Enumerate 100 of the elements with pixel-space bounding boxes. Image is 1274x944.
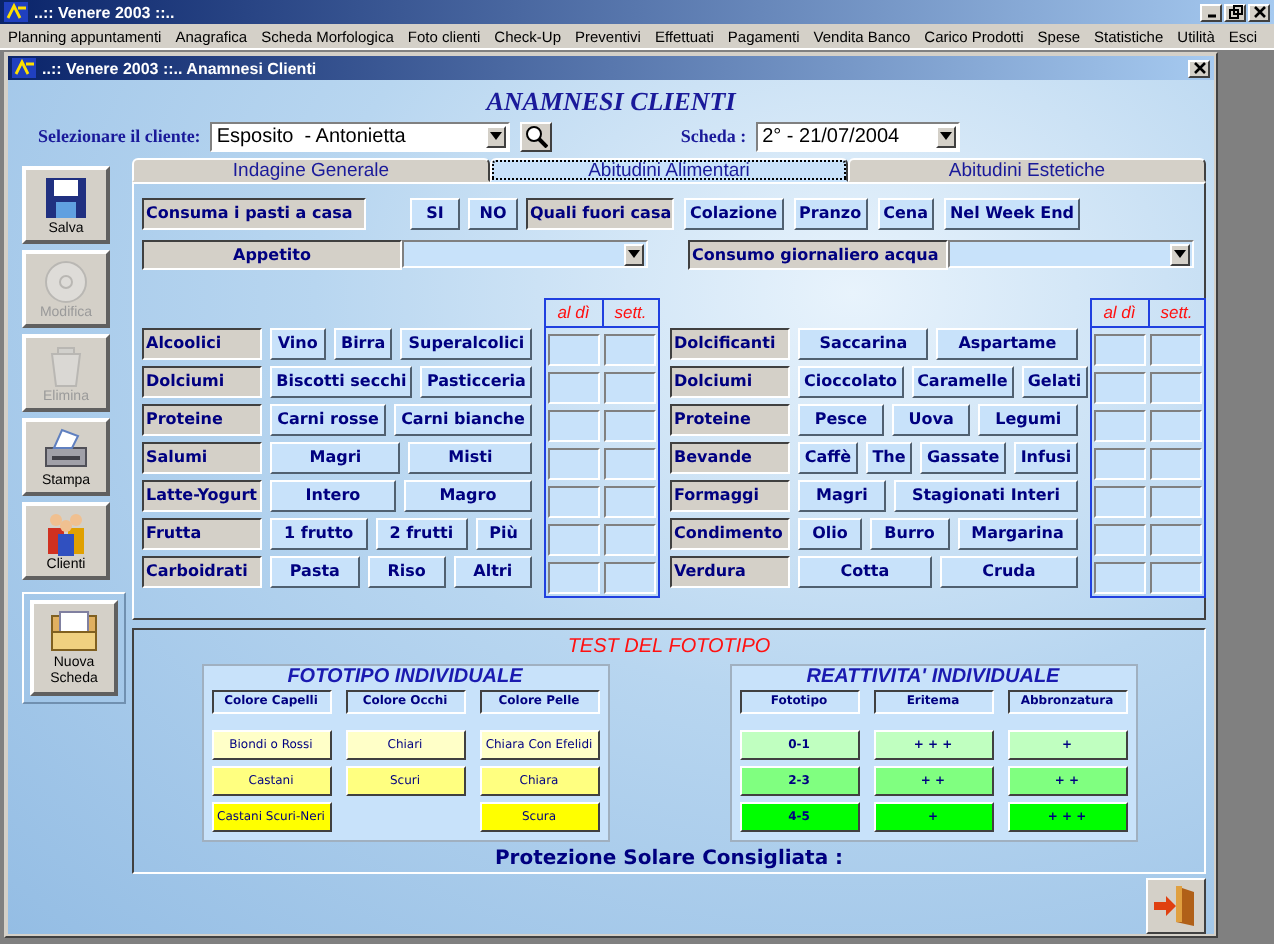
- option-button[interactable]: Caramelle: [911, 366, 1014, 398]
- option-button[interactable]: Pesce: [798, 404, 884, 436]
- option-button[interactable]: Infusi: [1013, 442, 1079, 474]
- option-button[interactable]: Cotta: [798, 556, 932, 588]
- field-label: Scheda :: [680, 126, 747, 146]
- field-label: Salumi: [142, 442, 262, 474]
- option-button[interactable]: NO: [468, 198, 518, 230]
- option-button[interactable]: SI: [410, 198, 460, 230]
- input-field[interactable]: [1150, 524, 1202, 556]
- field-label: Alcoolici: [142, 328, 262, 360]
- option-button[interactable]: Altri: [453, 556, 532, 588]
- close-button[interactable]: [1248, 3, 1270, 21]
- option-button[interactable]: Caffè: [798, 442, 858, 474]
- input-field[interactable]: [1150, 334, 1202, 366]
- option-button[interactable]: Stagionati Interi: [893, 480, 1079, 512]
- input-field[interactable]: [604, 448, 656, 480]
- section-title: TEST DEL FOTOTIPO: [567, 635, 771, 660]
- input-field[interactable]: [1094, 372, 1146, 404]
- input-field[interactable]: [1094, 448, 1146, 480]
- input-field[interactable]: [604, 372, 656, 404]
- input-field[interactable]: [548, 486, 600, 518]
- minimize-button[interactable]: [1200, 3, 1222, 21]
- window-title: ..:: Venere 2003 ::.. Anamnesi Clienti: [42, 59, 317, 77]
- input-field[interactable]: [548, 410, 600, 442]
- option-button[interactable]: Burro: [870, 518, 949, 550]
- option-button[interactable]: Pasticceria: [420, 366, 532, 398]
- field-label: Proteine: [670, 404, 790, 436]
- option-button[interactable]: Carni bianche: [393, 404, 533, 436]
- tab[interactable]: Indagine Generale: [132, 158, 490, 182]
- option-button[interactable]: The: [865, 442, 913, 474]
- input-field[interactable]: [604, 486, 656, 518]
- option-button[interactable]: Gassate: [920, 442, 1006, 474]
- input-field[interactable]: [604, 524, 656, 556]
- column-header: sett.: [601, 300, 658, 326]
- field-label: Formaggi: [670, 480, 790, 512]
- input-field[interactable]: [604, 410, 656, 442]
- option-button[interactable]: Uova: [891, 404, 971, 436]
- option-button[interactable]: Intero: [270, 480, 396, 512]
- input-field[interactable]: [604, 334, 656, 366]
- input-field[interactable]: [604, 562, 656, 594]
- column-header: al dì: [1101, 300, 1138, 326]
- input-field[interactable]: [1094, 334, 1146, 366]
- option-button[interactable]: Nel Week End: [943, 198, 1081, 230]
- input-field[interactable]: [548, 524, 600, 556]
- input-field[interactable]: [548, 448, 600, 480]
- option-button[interactable]: 2 frutti: [375, 518, 468, 550]
- field-label: Carboidrati: [142, 556, 262, 588]
- option-button[interactable]: Pasta: [270, 556, 360, 588]
- option-button[interactable]: Saccarina: [798, 328, 929, 360]
- search-icon: [524, 124, 549, 148]
- option-button[interactable]: Carni rosse: [270, 404, 386, 436]
- option-button[interactable]: Gelati: [1021, 366, 1088, 398]
- option-button[interactable]: Margarina: [957, 518, 1078, 550]
- field-label: Bevande: [670, 442, 790, 474]
- input-field[interactable]: [1150, 486, 1202, 518]
- option-button[interactable]: Biscotti secchi: [270, 366, 413, 398]
- option-button[interactable]: Vino: [270, 328, 326, 360]
- option-button[interactable]: Riso: [367, 556, 446, 588]
- option-button[interactable]: Più: [475, 518, 532, 550]
- input-field[interactable]: [1150, 448, 1202, 480]
- option-button[interactable]: Magro: [403, 480, 532, 512]
- exit-button[interactable]: [1146, 878, 1206, 934]
- option-button[interactable]: Legumi: [978, 404, 1079, 436]
- option-button[interactable]: Colazione: [684, 198, 784, 230]
- water-dropdown[interactable]: [948, 240, 1194, 268]
- input-field[interactable]: [1094, 410, 1146, 442]
- tab[interactable]: Abitudini Alimentari: [490, 158, 848, 182]
- option-button[interactable]: Olio: [798, 518, 863, 550]
- client-dropdown[interactable]: Esposito - Antonietta: [210, 121, 511, 151]
- search-button[interactable]: [520, 121, 553, 151]
- option-button[interactable]: Cruda: [939, 556, 1078, 588]
- input-field[interactable]: [548, 334, 600, 366]
- input-field[interactable]: [1094, 524, 1146, 556]
- option-button[interactable]: Misti: [408, 442, 532, 474]
- option-button[interactable]: Birra: [333, 328, 393, 360]
- column-header: al dì: [555, 300, 592, 326]
- option-button[interactable]: Cioccolato: [798, 366, 904, 398]
- restore-button[interactable]: [1224, 3, 1246, 21]
- field-label: Proteine: [142, 404, 262, 436]
- option-button[interactable]: Magri: [270, 442, 401, 474]
- close-button[interactable]: [1188, 59, 1210, 77]
- appetite-dropdown[interactable]: [402, 240, 648, 268]
- app-title: ..:: Venere 2003 ::..: [34, 3, 175, 21]
- option-button[interactable]: Pranzo: [793, 198, 868, 230]
- option-button[interactable]: 1 frutto: [270, 518, 368, 550]
- tab[interactable]: Abitudini Estetiche: [848, 158, 1206, 182]
- option-button[interactable]: Magri: [798, 480, 886, 512]
- option-button[interactable]: Aspartame: [936, 328, 1078, 360]
- input-field[interactable]: [1150, 562, 1202, 594]
- input-field[interactable]: [548, 562, 600, 594]
- option-button[interactable]: Cena: [877, 198, 934, 230]
- input-field[interactable]: [1150, 410, 1202, 442]
- option-button[interactable]: Superalcolici: [400, 328, 532, 360]
- sheet-dropdown[interactable]: 2° - 21/07/2004: [756, 121, 961, 151]
- input-field[interactable]: [548, 372, 600, 404]
- input-field[interactable]: [1094, 562, 1146, 594]
- people-icon: [42, 509, 90, 557]
- door-exit-icon: [1152, 882, 1200, 930]
- input-field[interactable]: [1150, 372, 1202, 404]
- input-field[interactable]: [1094, 486, 1146, 518]
